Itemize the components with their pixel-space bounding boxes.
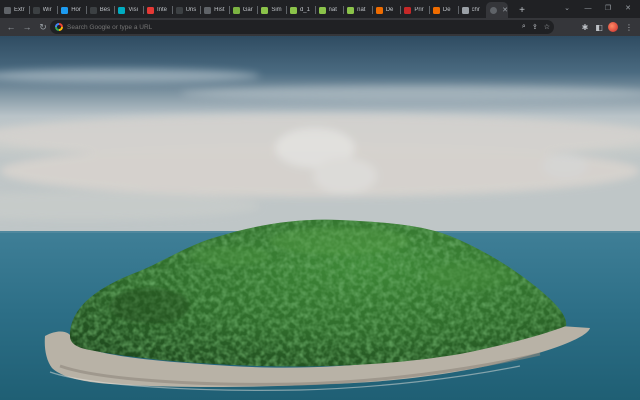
- tab[interactable]: nat: [314, 2, 344, 18]
- tab[interactable]: Sim: [257, 2, 286, 18]
- tab-strip: Extr Wir Hor Bes Visi Inte Uns Hist Gar Sim d_1 nat…: [0, 0, 640, 18]
- new-tab-background-photo: [0, 36, 640, 400]
- browser-toolbar: ← → ↻ ⌕ ⇪ ☆ ✱ ◧ ⋮: [0, 18, 640, 36]
- tab[interactable]: Wir: [28, 2, 58, 18]
- omnibox-input[interactable]: [67, 23, 367, 31]
- tab-title: nat: [357, 7, 366, 13]
- green-tag-icon: [289, 6, 297, 14]
- active-tab[interactable]: ✕: [486, 2, 509, 18]
- chrome-icon: [461, 6, 469, 14]
- tab[interactable]: Uns: [171, 2, 201, 18]
- tab[interactable]: nat: [343, 2, 372, 18]
- tab-title: Inte: [156, 7, 167, 13]
- new-tab-button[interactable]: +: [514, 2, 530, 18]
- tab[interactable]: Hist: [200, 2, 229, 18]
- back-button[interactable]: ←: [4, 20, 18, 34]
- tab[interactable]: De: [371, 2, 401, 18]
- tab-title: Gar: [242, 7, 253, 13]
- tab-search-chevron-icon[interactable]: ⌄: [557, 0, 577, 16]
- restore-button[interactable]: ❐: [598, 0, 618, 16]
- tab-title: De: [442, 7, 451, 13]
- bookmark-star-icon[interactable]: ☆: [544, 23, 550, 31]
- tab-title: Hist: [214, 7, 225, 13]
- tab[interactable]: Hor: [57, 2, 86, 18]
- tab[interactable]: Visi: [114, 2, 143, 18]
- red-chevron-icon: [146, 6, 154, 14]
- chrome-icon: [490, 6, 498, 14]
- extensions-puzzle-icon[interactable]: ✱: [578, 18, 592, 36]
- history-clock-icon: [204, 6, 212, 14]
- wordmark-w-icon: [32, 6, 40, 14]
- tab[interactable]: Prir: [400, 2, 429, 18]
- tab-title: Prir: [414, 7, 424, 13]
- minimize-button[interactable]: —: [578, 0, 598, 16]
- share-icon[interactable]: ⇪: [532, 23, 538, 31]
- tab-title: chr: [471, 7, 480, 13]
- tab[interactable]: De: [428, 2, 458, 18]
- tab-title: Uns: [185, 7, 197, 13]
- arrow-leaf-icon: [118, 6, 126, 14]
- island-photo: [0, 36, 640, 400]
- green-tag-icon: [318, 6, 326, 14]
- reload-button[interactable]: ↻: [36, 20, 50, 34]
- omnibox-actions: ⌕ ⇪ ☆: [522, 20, 550, 34]
- tab-title: De: [385, 7, 394, 13]
- green-tag-icon: [347, 6, 355, 14]
- profile-avatar-button[interactable]: [606, 18, 620, 36]
- tab-title: nat: [328, 7, 337, 13]
- close-tab-icon[interactable]: ✕: [502, 7, 508, 14]
- tab-title: Bes: [99, 7, 111, 13]
- tab-title: d_1: [299, 7, 310, 13]
- tab-list: Extr Wir Hor Bes Visi Inte Uns Hist Gar Sim d_1 nat…: [0, 2, 486, 18]
- image-doc-icon: [404, 6, 412, 14]
- tab[interactable]: chr: [457, 2, 487, 18]
- dark-square-icon: [175, 6, 183, 14]
- image-doc-icon: [375, 6, 383, 14]
- chrome-menu-icon[interactable]: ⋮: [622, 18, 636, 36]
- tab[interactable]: Inte: [142, 2, 172, 18]
- green-tag-icon: [261, 6, 269, 14]
- tab-title: Visi: [128, 7, 138, 13]
- puzzle-icon: [4, 6, 11, 14]
- avatar: [608, 22, 618, 32]
- tab[interactable]: Extr: [0, 2, 29, 18]
- tab[interactable]: d_1: [285, 2, 315, 18]
- twitter-bird-icon: [61, 6, 69, 14]
- tab-title: Sim: [271, 7, 282, 13]
- tab[interactable]: Gar: [228, 2, 258, 18]
- side-panel-icon[interactable]: ◧: [592, 18, 606, 36]
- checker-icon: [232, 6, 240, 14]
- tab-title: Extr: [14, 7, 25, 13]
- dark-square-icon: [89, 6, 97, 14]
- tab[interactable]: Bes: [85, 2, 115, 18]
- close-window-button[interactable]: ✕: [618, 0, 638, 16]
- forward-button[interactable]: →: [20, 20, 34, 34]
- google-g-icon: [55, 23, 63, 31]
- tab-title: Wir: [42, 7, 52, 13]
- tab-title: Hor: [71, 7, 81, 13]
- omnibox[interactable]: ⌕ ⇪ ☆: [50, 20, 554, 34]
- zoom-icon[interactable]: ⌕: [522, 23, 526, 31]
- image-doc-icon: [432, 6, 440, 14]
